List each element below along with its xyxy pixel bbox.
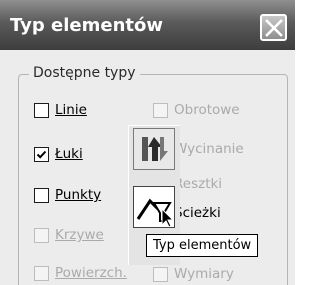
checkbox-label: Krzywe <box>55 227 104 243</box>
checkbox-box[interactable] <box>153 266 168 282</box>
checkbox-dimensions[interactable]: Wymiary <box>153 266 234 282</box>
checkbox-box[interactable] <box>34 102 49 118</box>
check-mark-icon <box>36 150 47 159</box>
toolbar-button-element-type[interactable] <box>133 186 175 228</box>
checkbox-label: Punkty <box>55 187 102 203</box>
checkbox-box[interactable] <box>34 227 49 243</box>
checkbox-label: Powierzch. <box>55 265 127 281</box>
checkbox-box[interactable] <box>34 187 49 203</box>
checkbox-surfaces[interactable]: Powierzch. <box>34 265 127 281</box>
checkbox-box[interactable] <box>153 102 168 118</box>
window-title: Typ elementów <box>10 15 163 36</box>
toolbar-button-arrows[interactable] <box>133 128 175 170</box>
arrows-icon <box>142 137 168 161</box>
checkbox-label: Linie <box>55 102 87 118</box>
close-button[interactable] <box>260 14 287 41</box>
group-legend: Dostępne typy <box>29 65 140 81</box>
checkbox-label: Ścieżki <box>174 205 221 221</box>
checkbox-label: Resztki <box>174 176 223 192</box>
title-bar[interactable]: Typ elementów <box>0 0 295 50</box>
checkbox-lines[interactable]: Linie <box>34 102 87 118</box>
checkbox-label: Wymiary <box>174 266 234 282</box>
checkbox-arcs[interactable]: Łuki <box>34 146 83 162</box>
tooltip: Typ elementów <box>146 234 259 257</box>
checkbox-box[interactable] <box>34 146 49 162</box>
checkbox-box[interactable] <box>34 265 49 281</box>
checkbox-label: Obrotowe <box>174 102 240 118</box>
checkbox-label: Wycinanie <box>174 141 244 157</box>
checkbox-points[interactable]: Punkty <box>34 187 101 203</box>
close-icon <box>265 19 283 37</box>
checkbox-curves[interactable]: Krzywe <box>34 227 104 243</box>
checkbox-rotational[interactable]: Obrotowe <box>153 102 240 118</box>
dialog-window: Typ elementów Dostępne typy Linie Łuki P… <box>0 0 295 285</box>
element-type-icon <box>136 198 175 228</box>
checkbox-label: Łuki <box>55 146 83 162</box>
